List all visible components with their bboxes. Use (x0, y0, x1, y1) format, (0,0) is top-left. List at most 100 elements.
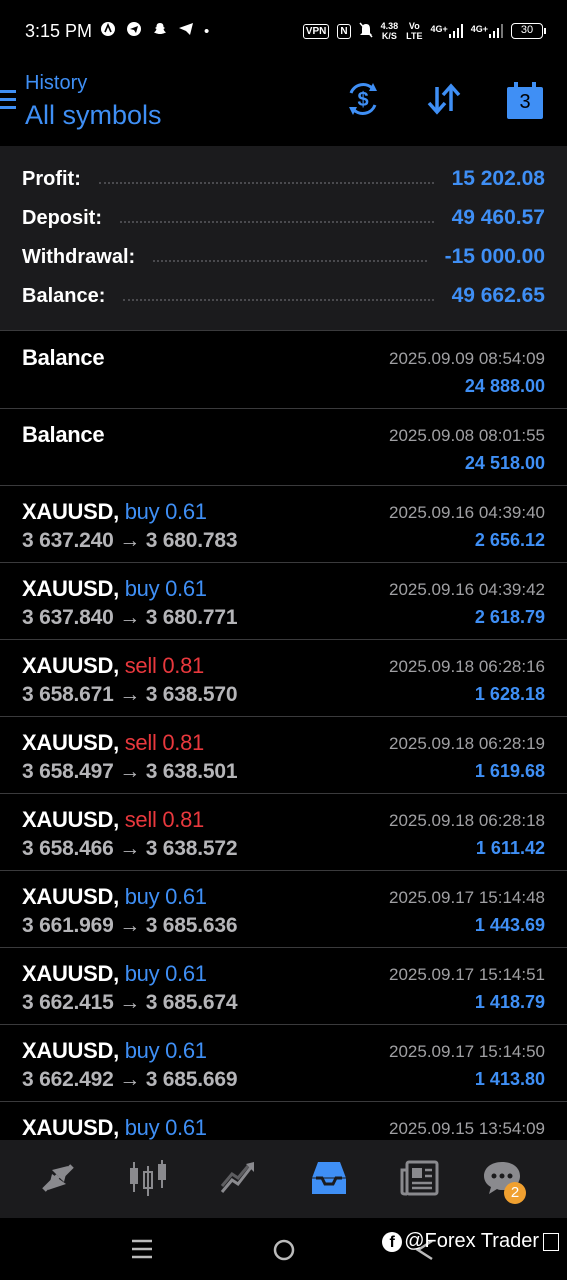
dotted-leader (98, 182, 434, 184)
nav-history[interactable] (307, 1158, 351, 1202)
deal-row[interactable]: XAUUSD, buy 0.61 3 662.492 → 3 685.669 2… (0, 1025, 567, 1102)
deal-profit: 24 518.00 (464, 453, 545, 473)
recent-apps-icon[interactable] (131, 1238, 153, 1265)
sort-button[interactable] (423, 80, 465, 122)
network-speed: 4.38 K/S (380, 21, 399, 41)
deal-type: buy 0.61 (124, 961, 207, 986)
deal-time: 2025.09.15 13:54:09 (389, 1119, 545, 1138)
deal-time: 2025.09.18 06:28:18 (389, 811, 545, 830)
deal-type: sell 0.81 (124, 807, 205, 832)
calendar-icon: 3 (506, 82, 544, 120)
deal-row[interactable]: XAUUSD, buy 0.61 3 637.840 → 3 680.771 2… (0, 563, 567, 640)
nav-news[interactable] (398, 1158, 442, 1202)
dotted-leader (123, 299, 434, 301)
history-icon (308, 1158, 350, 1203)
deal-row[interactable]: XAUUSD, sell 0.81 3 658.497 → 3 638.501 … (0, 717, 567, 794)
header-title[interactable]: All symbols (25, 100, 162, 131)
deal-row[interactable]: XAUUSD, buy 0.61 3 661.969 → 3 685.636 2… (0, 871, 567, 948)
signal-1-icon: 4G+ (430, 24, 463, 38)
app-notification-icon (100, 21, 116, 41)
currency-exchange-button[interactable]: $ (342, 80, 384, 122)
deal-profit: 2 618.79 (474, 607, 545, 627)
deal-row[interactable]: XAUUSD, buy 0.61 2025.09.15 13:54:09 (0, 1102, 567, 1140)
status-more-dot: • (204, 22, 210, 40)
deal-profit: 2 656.12 (474, 530, 545, 550)
deal-symbol: XAUUSD, buy 0.61 (22, 499, 207, 524)
deal-symbol: XAUUSD, buy 0.61 (22, 576, 207, 601)
deal-row[interactable]: XAUUSD, buy 0.61 3 637.240 → 3 680.783 2… (0, 486, 567, 563)
deal-time: 2025.09.09 08:54:09 (389, 349, 545, 368)
menu-icon[interactable] (0, 90, 16, 114)
deal-prices: 3 637.840 → 3 680.771 (22, 606, 238, 629)
quotes-icon (38, 1158, 78, 1203)
watermark-badge-icon (543, 1232, 559, 1251)
nav-chart[interactable] (126, 1158, 170, 1202)
status-system-icons: VPN N 4.38 K/S Vo LTE 4G+ 4G+ 30 (302, 21, 546, 41)
mute-icon (359, 22, 373, 41)
status-notification-icons: • (100, 21, 209, 41)
svg-text:$: $ (357, 89, 368, 111)
deal-symbol: XAUUSD, buy 0.61 (22, 884, 207, 909)
facebook-logo-icon: f (382, 1231, 403, 1252)
deal-symbol: Balance (22, 345, 105, 370)
deal-type: buy 0.61 (124, 499, 207, 524)
snapchat-icon (152, 21, 168, 41)
trade-icon (218, 1158, 258, 1203)
history-summary: Profit: 15 202.08 Deposit: 49 460.57 Wit… (0, 146, 567, 331)
deal-row[interactable]: XAUUSD, sell 0.81 3 658.671 → 3 638.570 … (0, 640, 567, 717)
summary-value: -15 000.00 (444, 245, 545, 268)
nav-messages[interactable]: 2 (480, 1158, 526, 1204)
watermark-text: @Forex Trader (404, 1230, 539, 1252)
deal-time: 2025.09.17 15:14:48 (389, 888, 545, 907)
summary-value: 15 202.08 (451, 167, 545, 190)
deal-time: 2025.09.08 08:01:55 (389, 426, 545, 445)
status-time: 3:15 PM (25, 20, 93, 41)
deals-list[interactable]: Balance 2025.09.09 08:54:09 24 888.00 Ba… (0, 332, 567, 1140)
calendar-button[interactable]: 3 (504, 80, 546, 122)
deal-symbol: XAUUSD, buy 0.61 (22, 961, 207, 986)
watermark: f @Forex Trader (382, 1230, 559, 1253)
vpn-icon: VPN (302, 23, 330, 39)
calendar-day: 3 (519, 91, 531, 113)
signal-2-icon: 4G+ (471, 24, 503, 38)
summary-row-profit: Profit: 15 202.08 (22, 164, 545, 194)
summary-label: Balance: (22, 284, 106, 307)
deal-profit: 1 628.18 (474, 684, 545, 704)
home-icon[interactable] (272, 1238, 296, 1267)
deal-row[interactable]: Balance 2025.09.09 08:54:09 24 888.00 (0, 332, 567, 409)
dotted-leader (120, 221, 434, 223)
unread-badge: 2 (504, 1182, 526, 1204)
deal-profit: 24 888.00 (464, 376, 545, 396)
deal-profit: 1 418.79 (474, 992, 545, 1012)
deal-row[interactable]: XAUUSD, sell 0.81 3 658.466 → 3 638.572 … (0, 794, 567, 871)
dotted-leader (153, 260, 427, 262)
bottom-navigation: 2 (0, 1140, 567, 1218)
deal-symbol: XAUUSD, buy 0.61 (22, 1038, 207, 1063)
deal-row[interactable]: Balance 2025.09.08 08:01:55 24 518.00 (0, 409, 567, 486)
currency-exchange-icon: $ (343, 79, 383, 124)
deal-type: buy 0.61 (124, 1038, 207, 1063)
news-icon (399, 1158, 441, 1203)
deal-type: sell 0.81 (124, 730, 205, 755)
deal-symbol: XAUUSD, sell 0.81 (22, 730, 205, 755)
summary-row-withdrawal: Withdrawal: -15 000.00 (22, 242, 545, 272)
deal-time: 2025.09.17 15:14:50 (389, 1042, 545, 1061)
nav-quotes[interactable] (36, 1158, 80, 1202)
deal-row[interactable]: XAUUSD, buy 0.61 3 662.415 → 3 685.674 2… (0, 948, 567, 1025)
deal-time: 2025.09.18 06:28:19 (389, 734, 545, 753)
deal-prices: 3 658.466 → 3 638.572 (22, 837, 238, 860)
deal-profit: 1 413.80 (474, 1069, 545, 1089)
summary-label: Profit: (22, 167, 81, 190)
chart-icon (127, 1158, 169, 1203)
summary-row-balance: Balance: 49 662.65 (22, 281, 545, 311)
deal-prices: 3 662.415 → 3 685.674 (22, 991, 238, 1014)
system-navigation-bar: f @Forex Trader (0, 1218, 567, 1280)
summary-value: 49 460.57 (451, 206, 545, 229)
deal-time: 2025.09.17 15:14:51 (389, 965, 545, 984)
deal-time: 2025.09.16 04:39:42 (389, 580, 545, 599)
deal-prices: 3 637.240 → 3 680.783 (22, 529, 238, 552)
deal-type: buy 0.61 (124, 1115, 207, 1140)
deal-prices: 3 658.671 → 3 638.570 (22, 683, 238, 706)
summary-label: Withdrawal: (22, 245, 136, 268)
nav-trade[interactable] (216, 1158, 260, 1202)
